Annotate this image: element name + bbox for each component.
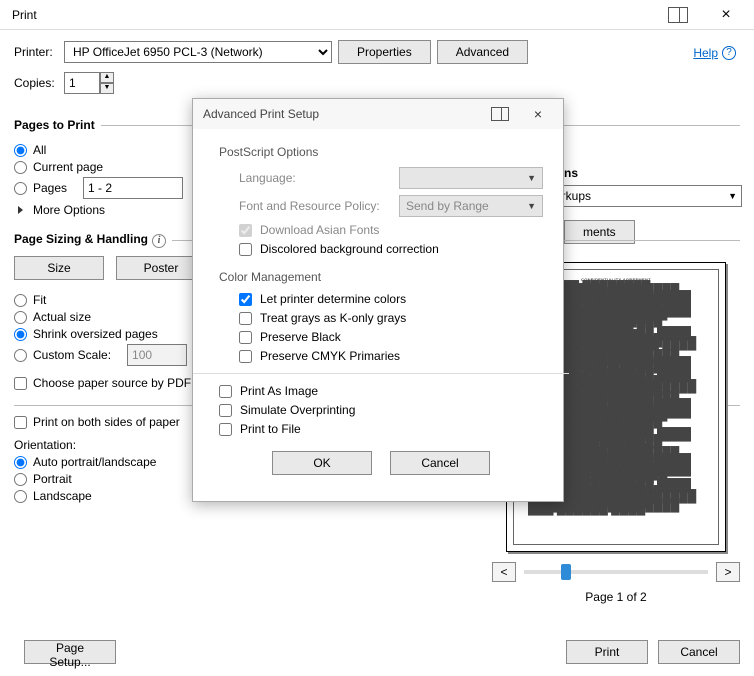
page-setup-button[interactable]: Page Setup... [24, 640, 116, 664]
copies-label: Copies: [14, 76, 58, 90]
modal-title: Advanced Print Setup [203, 107, 491, 121]
custom-scale-input [127, 344, 187, 366]
language-select: ▼ [399, 167, 543, 189]
download-asian-fonts-check: Download Asian Fonts [239, 223, 543, 237]
restore-icon[interactable] [668, 7, 688, 23]
let-printer-check[interactable]: Let printer determine colors [239, 292, 543, 306]
copies-stepper[interactable]: ▲ ▼ [64, 72, 114, 94]
slider-thumb[interactable] [561, 564, 571, 580]
print-button[interactable]: Print [566, 640, 648, 664]
modal-titlebar: Advanced Print Setup × [193, 99, 563, 129]
sizing-legend: Page Sizing & Handlingi [14, 232, 172, 248]
comments-heading: ns [564, 166, 578, 180]
modal-cancel-button[interactable]: Cancel [390, 451, 490, 475]
frp-select: Send by Range▼ [399, 195, 543, 217]
modal-close-icon[interactable]: × [523, 106, 553, 122]
restore-icon[interactable] [491, 107, 509, 121]
comments-dropdown[interactable]: arkups ▼ [550, 185, 742, 207]
properties-button[interactable]: Properties [338, 40, 431, 64]
advanced-button[interactable]: Advanced [437, 40, 528, 64]
discolored-bg-check[interactable]: Discolored background correction [239, 242, 543, 256]
window-title: Print [8, 8, 668, 22]
bottom-bar: Page Setup... Print Cancel [14, 640, 740, 664]
preserve-black-check[interactable]: Preserve Black [239, 330, 543, 344]
cancel-button[interactable]: Cancel [658, 640, 740, 664]
language-row: Language: ▼ [239, 167, 543, 189]
pages-range-input[interactable] [83, 177, 183, 199]
info-icon[interactable]: i [152, 234, 166, 248]
copies-row: Copies: ▲ ▼ [14, 72, 740, 94]
printer-row: Printer: HP OfficeJet 6950 PCL-3 (Networ… [14, 40, 740, 64]
preserve-cmyk-check[interactable]: Preserve CMYK Primaries [239, 349, 543, 363]
titlebar: Print × [0, 0, 754, 30]
page-indicator: Page 1 of 2 [492, 590, 740, 604]
chevron-down-icon: ▼ [728, 191, 737, 201]
modal-divider [193, 373, 569, 374]
color-mgmt-group-label: Color Management [219, 270, 543, 284]
copies-down-icon[interactable]: ▼ [100, 83, 114, 94]
print-dialog: Print × Help ? Printer: HP OfficeJet 695… [0, 0, 754, 676]
preview-prev-button[interactable]: < [492, 562, 516, 582]
chevron-down-icon: ▼ [527, 173, 536, 183]
postscript-group-label: PostScript Options [219, 145, 543, 159]
printer-select[interactable]: HP OfficeJet 6950 PCL-3 (Network) [64, 41, 332, 63]
preview-slider[interactable] [524, 570, 708, 574]
printer-label: Printer: [14, 45, 58, 59]
frp-row: Font and Resource Policy: Send by Range▼ [239, 195, 543, 217]
modal-footer: OK Cancel [219, 441, 543, 489]
chevron-down-icon: ▼ [527, 201, 536, 211]
chevron-right-icon [18, 206, 23, 214]
advanced-print-setup-dialog: Advanced Print Setup × PostScript Option… [192, 98, 564, 502]
print-as-image-check[interactable]: Print As Image [219, 384, 543, 398]
modal-ok-button[interactable]: OK [272, 451, 372, 475]
copies-input[interactable] [64, 72, 100, 94]
print-to-file-check[interactable]: Print to File [219, 422, 543, 436]
size-button[interactable]: Size [14, 256, 104, 280]
pages-to-print-legend: Pages to Print [14, 118, 101, 132]
konly-check[interactable]: Treat grays as K-only grays [239, 311, 543, 325]
modal-body: PostScript Options Language: ▼ Font and … [193, 129, 563, 501]
preview-nav: < > [492, 562, 740, 582]
simulate-overprint-check[interactable]: Simulate Overprinting [219, 403, 543, 417]
preview-next-button[interactable]: > [716, 562, 740, 582]
copies-up-icon[interactable]: ▲ [100, 72, 114, 83]
close-icon[interactable]: × [706, 6, 746, 24]
